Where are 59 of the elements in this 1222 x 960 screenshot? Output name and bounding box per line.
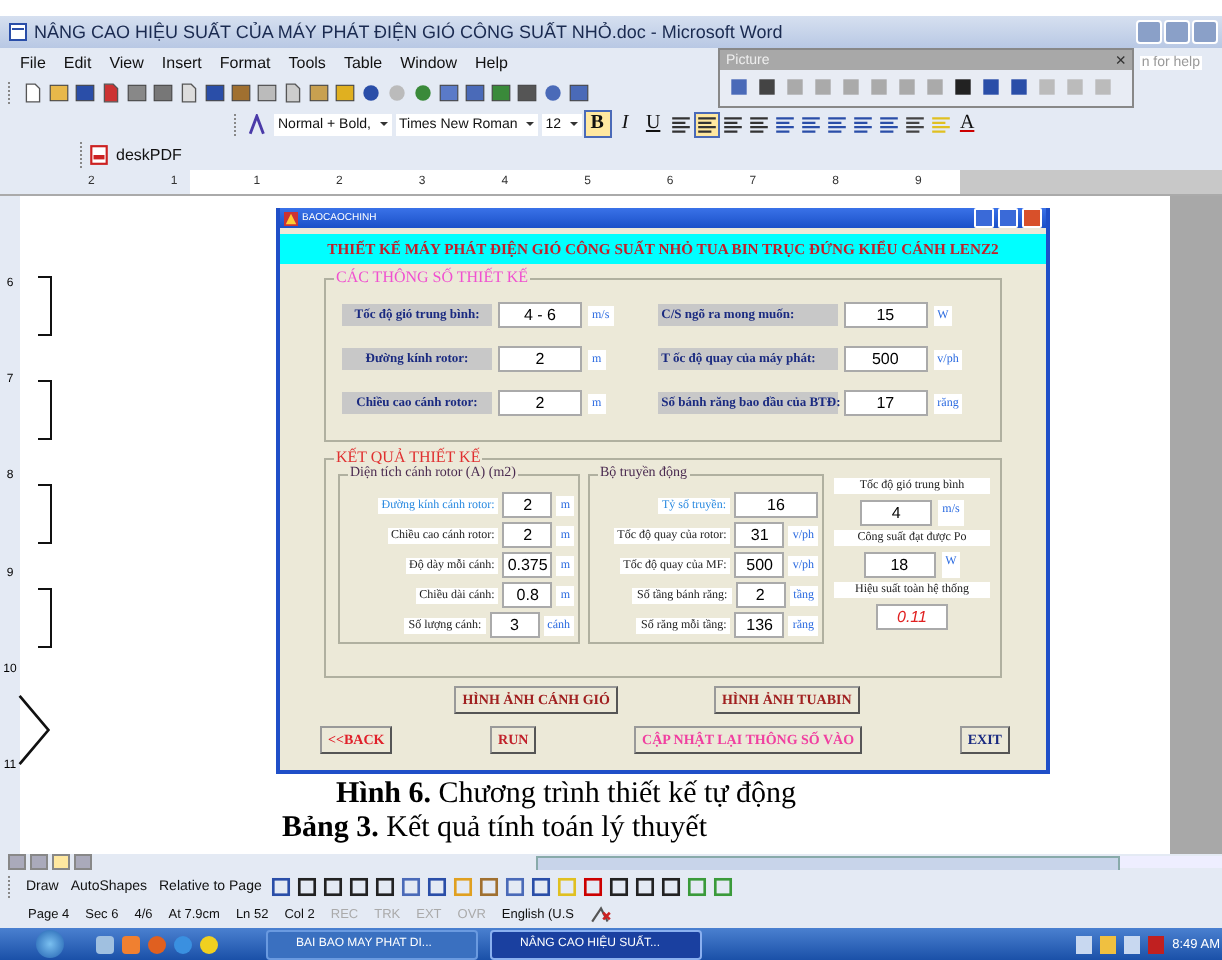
- output-field: 3: [489, 612, 540, 638]
- input-field[interactable]: 2: [498, 346, 582, 372]
- underline-button[interactable]: U: [641, 112, 666, 136]
- menu-item[interactable]: Window: [400, 54, 458, 72]
- close-button[interactable]: [1192, 20, 1218, 44]
- input-field[interactable]: 4 - 6: [498, 302, 582, 328]
- start-button[interactable]: [36, 930, 64, 958]
- figure-caption: Hình 6. Chương trình thiết kế tự động: [336, 778, 799, 812]
- new-document-icon[interactable]: [22, 82, 44, 104]
- chevron-drawing: [16, 692, 52, 768]
- close-button[interactable]: [1022, 208, 1042, 228]
- font-color-button[interactable]: A: [955, 112, 980, 136]
- menu-item[interactable]: Help: [475, 54, 508, 72]
- output-field: 136: [734, 612, 785, 638]
- justify-icon[interactable]: [747, 113, 770, 135]
- pdf-label[interactable]: deskPDF: [116, 146, 182, 164]
- table-caption: Bảng 3. Kết quả tính toán lý thuyết: [282, 812, 709, 846]
- output-field: 18: [863, 552, 936, 578]
- panel-title: KẾT QUẢ THIẾT KẾ: [334, 448, 483, 466]
- italic-button[interactable]: I: [613, 112, 638, 136]
- output-field: 31: [734, 522, 785, 548]
- bracket-mark: [38, 276, 52, 336]
- output-field: 4: [860, 500, 933, 526]
- output-field: 500: [734, 552, 785, 578]
- close-button[interactable]: ×: [1115, 51, 1126, 69]
- output-field: 0.8: [502, 582, 553, 608]
- menu-item[interactable]: Edit: [63, 54, 92, 72]
- minimize-button[interactable]: [974, 208, 994, 228]
- input-field[interactable]: 15: [843, 302, 928, 328]
- maximize-button[interactable]: [998, 208, 1018, 228]
- bracket-mark: [38, 484, 52, 544]
- restore-button[interactable]: [1164, 20, 1190, 44]
- output-field: 2: [735, 582, 786, 608]
- input-field[interactable]: 17: [843, 390, 928, 416]
- menu-item[interactable]: Tools: [288, 54, 326, 72]
- output-field: 2: [502, 492, 553, 518]
- align-right-icon[interactable]: [721, 113, 744, 135]
- bold-button[interactable]: B: [585, 112, 610, 136]
- input-field[interactable]: 2: [498, 390, 582, 416]
- align-center-icon[interactable]: [695, 113, 718, 135]
- menu-item[interactable]: Format: [219, 54, 271, 72]
- app-icon: [284, 211, 298, 225]
- window-title: NÂNG CAO HIỆU SUẤT CỦA MÁY PHÁT ĐIỆN GIÓ CÔNG SUẤT NHỎ.doc - Microsoft Word: [34, 22, 783, 42]
- menu-item[interactable]: View: [109, 54, 144, 72]
- align-left-icon[interactable]: [669, 113, 692, 135]
- output-field: 2: [502, 522, 553, 548]
- bracket-mark: [38, 588, 52, 648]
- panel-title: CÁC THÔNG SỐ THIẾT KẾ: [334, 268, 531, 286]
- output-field: 16: [734, 492, 818, 518]
- minimize-button[interactable]: [1136, 20, 1162, 44]
- bracket-mark: [38, 380, 52, 440]
- menu-item[interactable]: Table: [343, 54, 383, 72]
- output-field: 0.11: [876, 604, 948, 630]
- spelling-status-icon: [590, 904, 613, 926]
- menu-item[interactable]: Insert: [161, 54, 202, 72]
- input-field[interactable]: 500: [843, 346, 928, 372]
- pdf-icon[interactable]: [88, 144, 110, 166]
- menu-item[interactable]: File: [20, 54, 46, 72]
- output-field: 0.375: [502, 552, 553, 578]
